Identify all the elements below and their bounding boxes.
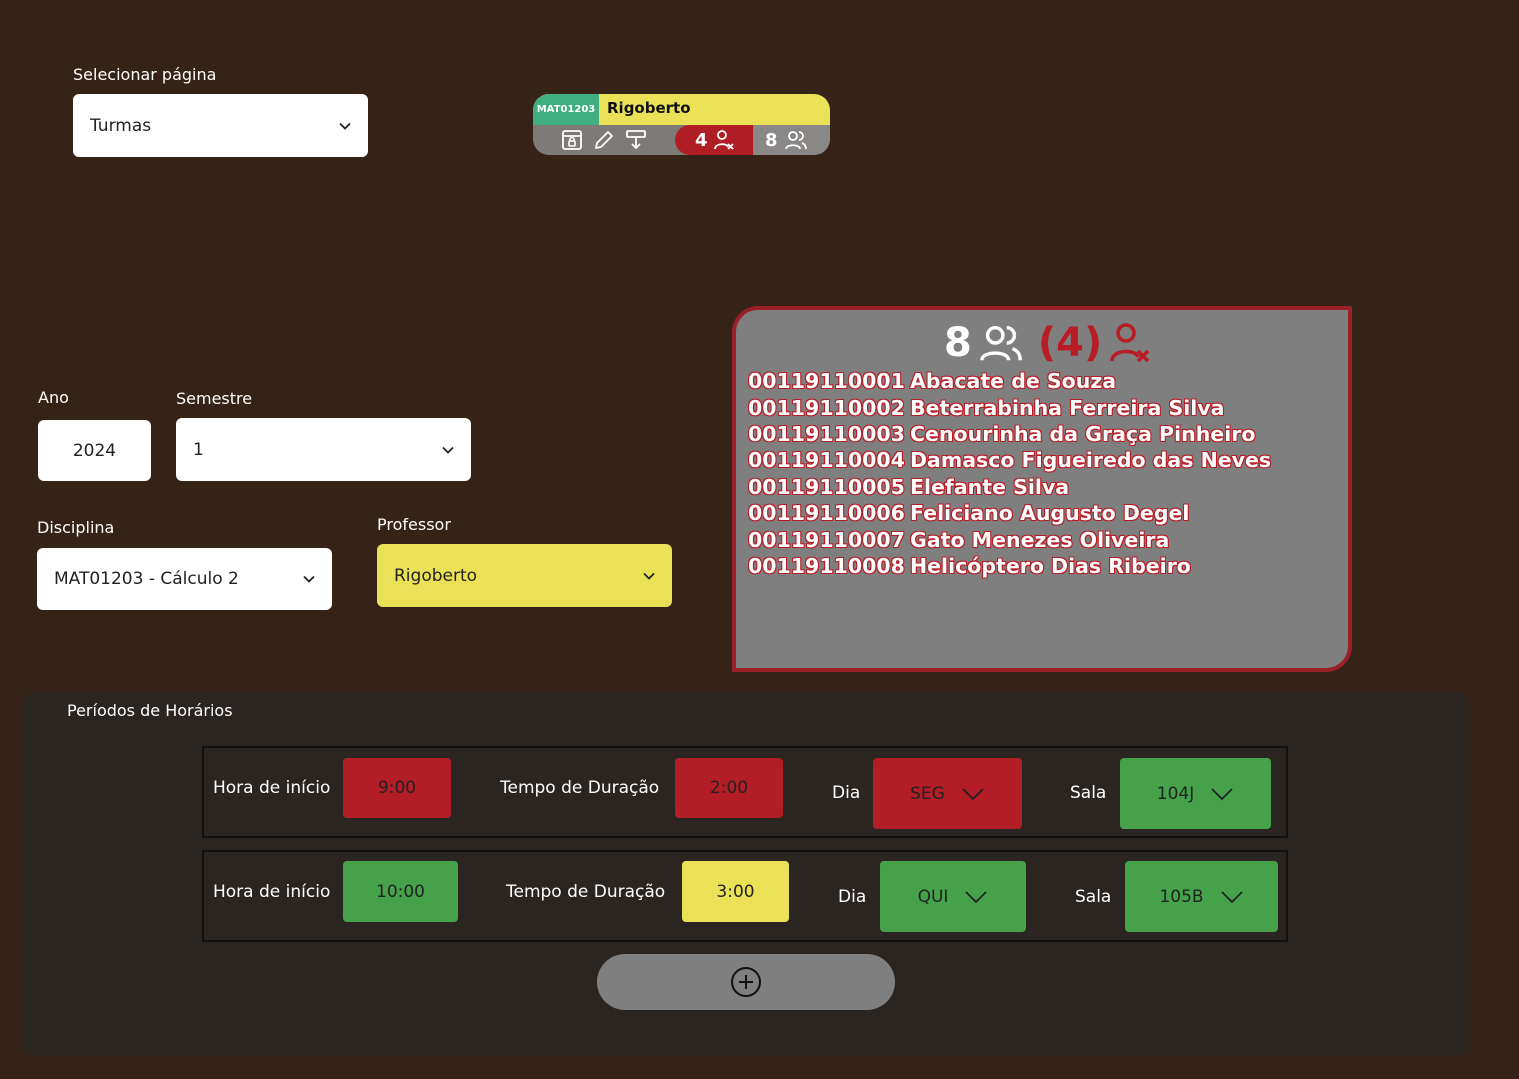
period-row: Hora de início 9:00 Tempo de Duração 2:0… bbox=[202, 746, 1288, 838]
ano-label: Ano bbox=[38, 388, 69, 407]
start-time-input[interactable]: 10:00 bbox=[343, 861, 458, 922]
semestre-label: Semestre bbox=[176, 389, 253, 408]
plus-circle-icon bbox=[731, 967, 761, 997]
room-value: 104J bbox=[1156, 783, 1195, 804]
list-item: 00119110006 Feliciano Augusto Degel bbox=[748, 501, 1190, 526]
class-card[interactable]: MAT01203 Rigoberto 8 4 bbox=[533, 94, 830, 155]
period-row: Hora de início 10:00 Tempo de Duração 3:… bbox=[202, 850, 1288, 942]
list-item: 00119110001 Abacate de Souza bbox=[748, 369, 1117, 394]
room-select[interactable]: 104J bbox=[1120, 758, 1271, 829]
roster-panel: 8 (4) 00119110001 Abacate de Souza 001191… bbox=[732, 306, 1352, 672]
list-item: 00119110004 Damasco Figueiredo das Neves bbox=[748, 448, 1272, 473]
professor-select[interactable]: Rigoberto bbox=[377, 544, 672, 607]
day-select[interactable]: QUI bbox=[880, 861, 1026, 932]
day-select[interactable]: SEG bbox=[873, 758, 1022, 829]
page-selector-label: Selecionar página bbox=[73, 65, 217, 84]
chevron-down-icon bbox=[1220, 890, 1243, 903]
list-item: 00119110005 Elefante Silva bbox=[748, 474, 1070, 499]
chevron-down-icon bbox=[442, 446, 454, 454]
lock-calendar-icon[interactable] bbox=[560, 128, 584, 152]
room-label: Sala bbox=[1075, 887, 1112, 907]
list-item: 00119110007 Gato Menezes Oliveira bbox=[748, 527, 1170, 552]
duration-input[interactable]: 2:00 bbox=[675, 758, 783, 818]
class-card-footer: 8 4 bbox=[533, 125, 830, 155]
professor-value: Rigoberto bbox=[394, 565, 478, 586]
chevron-down-icon bbox=[1211, 787, 1233, 800]
chevron-down-icon bbox=[303, 575, 315, 583]
room-value: 105B bbox=[1159, 886, 1204, 907]
total-count: 8 bbox=[765, 129, 778, 151]
page-select[interactable]: Turmas bbox=[73, 94, 368, 157]
periods-title: Períodos de Horários bbox=[67, 701, 233, 720]
day-label: Dia bbox=[838, 887, 867, 907]
day-value: QUI bbox=[917, 886, 949, 907]
chevron-down-icon bbox=[962, 787, 984, 800]
disciplina-select[interactable]: MAT01203 - Cálculo 2 bbox=[37, 548, 332, 610]
chevron-down-icon bbox=[643, 572, 655, 580]
users-icon bbox=[979, 325, 1022, 361]
roster-list: 00119110001 Abacate de Souza 00119110002 B… bbox=[748, 368, 1271, 579]
room-label: Sala bbox=[1070, 783, 1107, 803]
day-value: SEG bbox=[910, 783, 945, 804]
list-item: 00119110003 Cenourinha da Graça Pinheiro bbox=[748, 421, 1256, 446]
roster-absent: (4) bbox=[1037, 320, 1103, 366]
disciplina-label: Disciplina bbox=[37, 518, 115, 537]
day-label: Dia bbox=[832, 783, 861, 803]
pencil-icon[interactable] bbox=[592, 128, 616, 152]
add-period-button[interactable] bbox=[597, 954, 895, 1010]
roster-total: 8 bbox=[944, 320, 972, 366]
periods-section: Períodos de Horários Hora de início 9:00… bbox=[22, 692, 1469, 1056]
start-label: Hora de início bbox=[213, 882, 331, 902]
disciplina-value: MAT01203 - Cálculo 2 bbox=[54, 569, 239, 589]
absent-count: 4 bbox=[695, 129, 708, 151]
class-card-header: MAT01203 Rigoberto bbox=[533, 94, 830, 125]
users-icon bbox=[784, 131, 807, 150]
start-time-input[interactable]: 9:00 bbox=[343, 758, 451, 818]
semestre-select[interactable]: 1 bbox=[176, 418, 471, 481]
semestre-value: 1 bbox=[193, 439, 204, 460]
paint-roller-icon[interactable] bbox=[624, 128, 648, 152]
class-professor: Rigoberto bbox=[607, 99, 691, 117]
start-label: Hora de início bbox=[213, 778, 331, 798]
ano-input[interactable]: 2024 bbox=[38, 420, 151, 481]
duration-label: Tempo de Duração bbox=[500, 778, 660, 798]
professor-label: Professor bbox=[377, 515, 451, 534]
roster-header: 8 (4) bbox=[944, 320, 1152, 366]
class-total-students[interactable]: 8 bbox=[741, 125, 830, 155]
class-absent-students[interactable]: 4 bbox=[675, 125, 753, 155]
duration-label: Tempo de Duração bbox=[506, 882, 666, 902]
user-x-icon bbox=[1110, 323, 1150, 363]
duration-input[interactable]: 3:00 bbox=[682, 861, 789, 922]
user-x-icon bbox=[713, 130, 734, 150]
room-select[interactable]: 105B bbox=[1125, 861, 1278, 932]
list-item: 00119110002 Beterrabinha Ferreira Silva bbox=[748, 395, 1225, 420]
chevron-down-icon bbox=[339, 122, 351, 130]
chevron-down-icon bbox=[965, 890, 988, 903]
page-select-value: Turmas bbox=[90, 115, 152, 136]
class-code-badge: MAT01203 bbox=[533, 94, 599, 125]
list-item: 00119110008 Helicóptero Dias Ribeiro bbox=[748, 553, 1191, 578]
